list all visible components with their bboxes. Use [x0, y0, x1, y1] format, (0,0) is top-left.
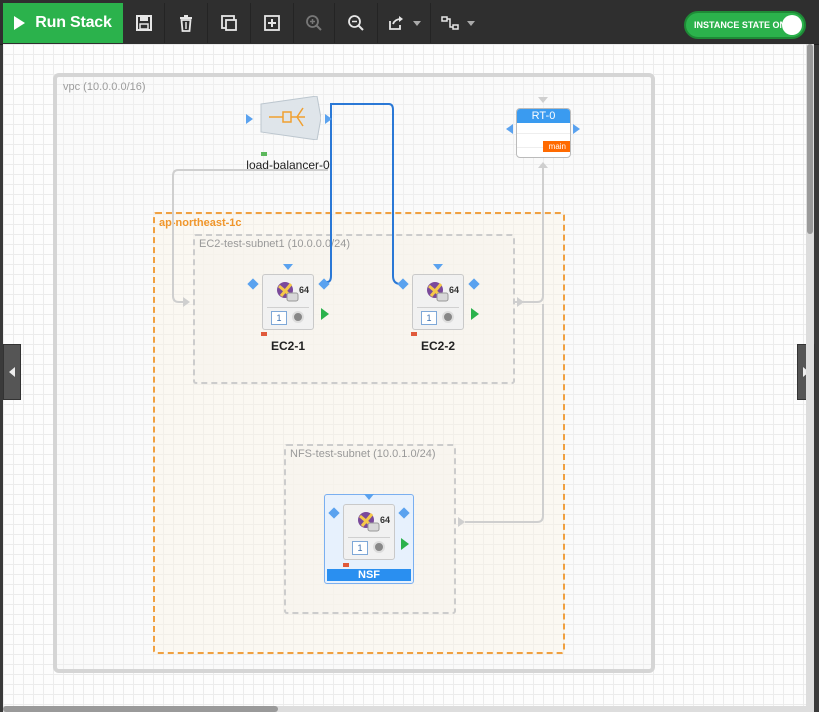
scroll-thumb[interactable] [807, 44, 813, 234]
chevron-down-icon [413, 20, 421, 26]
architecture-label: 64 [299, 285, 310, 295]
subnet-ec2-right-port[interactable] [517, 297, 524, 307]
route-table-node[interactable]: RT-0 main [516, 108, 571, 158]
volume-icon[interactable]: 1 [271, 311, 287, 325]
save-icon [136, 15, 152, 31]
play-icon [14, 16, 26, 30]
ec2-2-status-indicator [411, 332, 417, 336]
volume-icon[interactable]: 1 [421, 311, 437, 325]
design-canvas[interactable]: vpc (10.0.0.0/16) ap-northeast-1c EC2-te… [3, 44, 814, 706]
nsf-status-indicator [343, 563, 349, 567]
nsf-top-port[interactable] [364, 494, 374, 500]
export-icon [389, 16, 403, 30]
vpc-label: vpc (10.0.0.0/16) [63, 81, 146, 93]
rt-bottom-port[interactable] [538, 162, 548, 168]
instance-ec2-1[interactable]: 64 1 [262, 274, 314, 330]
eip-icon[interactable] [373, 541, 385, 553]
subnet-ec2-left-port[interactable] [183, 297, 190, 307]
run-stack-button[interactable]: Run Stack [3, 3, 123, 43]
elb-output-port[interactable] [325, 114, 332, 124]
trash-icon [180, 15, 192, 32]
instance-state-toggle[interactable]: INSTANCE STATE ON [684, 11, 806, 39]
link-mode-icon [441, 16, 459, 30]
run-stack-label: Run Stack [35, 14, 112, 31]
chevron-down-icon [467, 20, 475, 26]
load-balancer-name: load-balancer-0 [246, 158, 330, 172]
subnet-label: NFS-test-subnet (10.0.1.0/24) [290, 448, 436, 460]
instance-footer: 1 [417, 307, 459, 326]
toolbar: Run Stack INSTANCE STATE ON [0, 0, 819, 45]
instance-footer: 1 [348, 537, 390, 556]
instance-nsf[interactable]: 64 1 [343, 504, 395, 560]
instance-name: EC2-1 [270, 339, 305, 353]
route-table-name: RT-0 [517, 109, 570, 123]
subnet-nfs-right-port[interactable] [458, 517, 465, 527]
add-button[interactable] [251, 3, 294, 43]
duplicate-icon [221, 15, 237, 31]
eip-icon[interactable] [442, 311, 454, 323]
running-state-icon [401, 538, 409, 550]
zoom-in-button[interactable] [294, 3, 335, 43]
rt-divider [517, 133, 570, 134]
left-panel-toggle[interactable] [3, 344, 21, 400]
az-label: ap-northeast-1c [159, 217, 242, 229]
save-button[interactable] [124, 3, 165, 43]
architecture-label: 64 [380, 515, 391, 525]
eip-icon[interactable] [292, 311, 304, 323]
elb-status-indicator [261, 152, 267, 156]
elb-input-port[interactable] [246, 114, 253, 124]
chevron-left-icon [9, 367, 15, 377]
toggle-knob [782, 15, 802, 35]
load-balancer-node[interactable] [257, 95, 322, 141]
zoom-out-icon [348, 15, 364, 31]
rt-right-port[interactable] [573, 124, 580, 134]
horizontal-scrollbar[interactable] [3, 706, 814, 712]
running-state-icon [321, 308, 329, 320]
rt-left-port[interactable] [506, 124, 513, 134]
vertical-scrollbar[interactable] [806, 44, 814, 706]
link-mode-dropdown[interactable] [431, 3, 485, 43]
instance-name: EC2-2 [420, 339, 455, 353]
architecture-label: 64 [449, 285, 460, 295]
ec2-1-status-indicator [261, 332, 267, 336]
export-dropdown[interactable] [378, 3, 431, 43]
ami-icon [277, 282, 299, 302]
ec2-2-top-port[interactable] [433, 264, 443, 270]
zoom-out-button[interactable] [335, 3, 378, 43]
main-badge: main [542, 141, 570, 152]
subnet-label: EC2-test-subnet1 (10.0.0.0/24) [199, 238, 351, 250]
instance-state-label: INSTANCE STATE ON [694, 20, 786, 30]
add-icon [264, 15, 280, 31]
subnet-ec2-test[interactable]: EC2-test-subnet1 (10.0.0.0/24) [193, 234, 515, 384]
volume-icon[interactable]: 1 [352, 541, 368, 555]
ec2-1-top-port[interactable] [283, 264, 293, 270]
instance-ec2-2[interactable]: 64 1 [412, 274, 464, 330]
duplicate-button[interactable] [208, 3, 251, 43]
instance-footer: 1 [267, 307, 309, 326]
load-balancer-icon [260, 95, 322, 141]
ami-icon [427, 282, 449, 302]
scroll-thumb[interactable] [3, 706, 278, 712]
rt-top-port[interactable] [538, 97, 548, 103]
zoom-in-icon [306, 15, 322, 31]
ami-icon [358, 512, 380, 532]
running-state-icon [471, 308, 479, 320]
delete-button[interactable] [165, 3, 208, 43]
instance-name: NSF [327, 569, 411, 581]
